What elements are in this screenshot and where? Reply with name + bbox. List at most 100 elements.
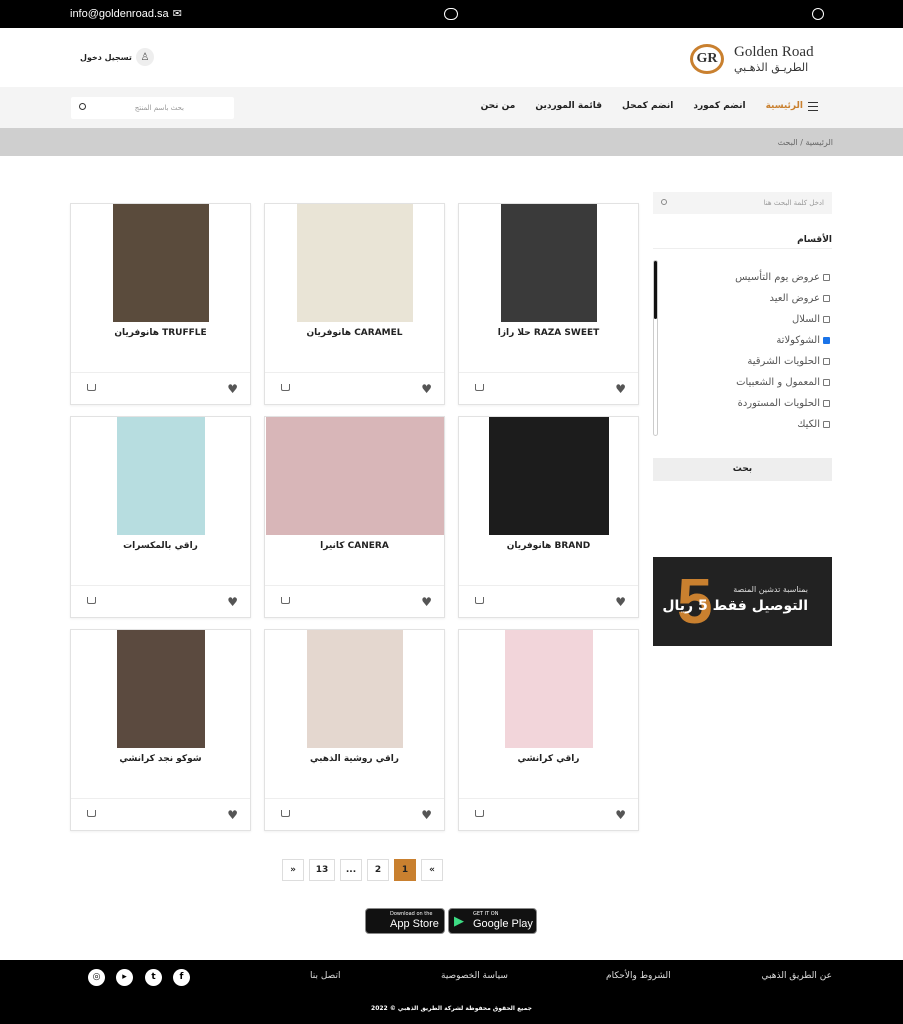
sidebar-search-input[interactable]: ادخل كلمة البحث هنا: [653, 192, 832, 214]
footer-link-privacy[interactable]: سياسة الخصوصية: [441, 971, 508, 981]
heart-icon[interactable]: ♥: [227, 595, 238, 609]
pagination-last[interactable]: »: [282, 859, 304, 881]
product-title[interactable]: كانيرا CANERA: [265, 541, 444, 551]
heart-icon[interactable]: ♥: [227, 382, 238, 396]
category-item[interactable]: الشوكولاتة: [735, 330, 830, 351]
product-card[interactable]: هانوفريان BRAND ♥: [458, 416, 639, 618]
product-title[interactable]: هانوفريان CARAMEL: [265, 328, 444, 338]
category-checkbox[interactable]: [823, 295, 830, 302]
product-card[interactable]: كانيرا CANERA ♥: [264, 416, 445, 618]
nav-item-join-store[interactable]: انضم كمحل: [622, 101, 673, 111]
breadcrumb: الرئيسية / البحث: [777, 138, 833, 147]
cart-icon[interactable]: [475, 597, 484, 604]
cart-icon[interactable]: [87, 384, 96, 391]
logo[interactable]: GR Golden Road الطريـق الذهـبي: [690, 42, 820, 76]
product-card[interactable]: هانوفريان TRUFFLE ♥: [70, 203, 251, 405]
promo-banner[interactable]: 5 بمناسبة تدشين المنصة التوصيل فقط 5 ريا…: [653, 557, 832, 646]
product-actions: ♥: [459, 585, 638, 617]
category-checkbox[interactable]: [823, 358, 830, 365]
login-button[interactable]: تسجيل دخول ♙: [80, 48, 154, 66]
product-image[interactable]: [117, 417, 205, 535]
divider: [653, 248, 832, 249]
product-card[interactable]: شوكو نجد كرانشي ♥: [70, 629, 251, 831]
badge-small-text: GET IT ON: [473, 911, 499, 917]
product-title[interactable]: هانوفريان TRUFFLE: [71, 328, 250, 338]
heart-icon[interactable]: ♥: [421, 595, 432, 609]
heart-icon[interactable]: ♥: [421, 808, 432, 822]
cart-icon[interactable]: [475, 810, 484, 817]
footer-link-terms[interactable]: الشروط والأحكام: [606, 971, 671, 981]
heart-icon[interactable]: ♥: [615, 595, 626, 609]
category-checkbox[interactable]: [823, 400, 830, 407]
product-title[interactable]: هانوفريان BRAND: [459, 541, 638, 551]
product-title[interactable]: راقي كرانشي: [459, 754, 638, 764]
heart-icon[interactable]: ♥: [615, 382, 626, 396]
cart-icon[interactable]: [475, 384, 484, 391]
category-item[interactable]: الحلويات الشرقية: [735, 351, 830, 372]
category-item[interactable]: المعمول و الشعبيات: [735, 372, 830, 393]
category-checkbox[interactable]: [823, 316, 830, 323]
product-card[interactable]: راقي بالمكسرات ♥: [70, 416, 251, 618]
product-title[interactable]: راقي بالمكسرات: [71, 541, 250, 551]
top-bar: info@goldenroad.sa ✉: [0, 0, 903, 28]
nav-item-home[interactable]: الرئيسية: [766, 101, 803, 111]
google-play-badge[interactable]: ▶ GET IT ON Google Play: [448, 908, 537, 934]
product-card[interactable]: راقي روشية الذهبي ♥: [264, 629, 445, 831]
pagination-page[interactable]: 13: [309, 859, 335, 881]
filter-search-button[interactable]: بحث: [653, 458, 832, 481]
youtube-icon[interactable]: ▸: [116, 969, 133, 986]
product-title[interactable]: حلا رازا RAZA SWEET: [459, 328, 638, 338]
app-store-badge[interactable]: Download on the App Store: [365, 908, 445, 934]
hamburger-menu-icon[interactable]: [808, 102, 818, 111]
category-item[interactable]: السلال: [735, 309, 830, 330]
category-item[interactable]: عروض العيد: [735, 288, 830, 309]
category-checkbox[interactable]: [823, 379, 830, 386]
product-image[interactable]: [505, 630, 593, 748]
badge-small-text: Download on the: [390, 911, 433, 917]
heart-icon[interactable]: ♥: [227, 808, 238, 822]
category-checkbox[interactable]: [823, 274, 830, 281]
product-image[interactable]: [117, 630, 205, 748]
pagination-page[interactable]: 2: [367, 859, 389, 881]
whatsapp-icon[interactable]: [812, 8, 824, 20]
category-item[interactable]: الحلويات المستوردة: [735, 393, 830, 414]
cart-icon[interactable]: [281, 597, 290, 604]
product-image[interactable]: [113, 204, 209, 322]
scrollbar-thumb[interactable]: [654, 261, 657, 319]
product-image[interactable]: [501, 204, 597, 322]
category-checkbox[interactable]: [823, 337, 830, 344]
product-title[interactable]: راقي روشية الذهبي: [265, 754, 444, 764]
nav-item-join-supplier[interactable]: انضم كمورد: [693, 101, 745, 111]
cart-icon[interactable]: [281, 810, 290, 817]
nav-item-about[interactable]: من نحن: [481, 101, 516, 111]
heart-icon[interactable]: ♥: [421, 382, 432, 396]
facebook-icon[interactable]: f: [173, 969, 190, 986]
product-card[interactable]: هانوفريان CARAMEL ♥: [264, 203, 445, 405]
category-checkbox[interactable]: [823, 421, 830, 428]
category-item[interactable]: عروض يوم التأسيس: [735, 267, 830, 288]
twitter-icon[interactable]: t: [145, 969, 162, 986]
product-title[interactable]: شوكو نجد كرانشي: [71, 754, 250, 764]
nav-item-suppliers[interactable]: قائمة الموردين: [535, 101, 602, 111]
heart-icon[interactable]: ♥: [615, 808, 626, 822]
pagination-first[interactable]: «: [421, 859, 443, 881]
category-item[interactable]: الكيك: [735, 414, 830, 435]
email-link[interactable]: info@goldenroad.sa ✉: [70, 7, 182, 21]
product-card[interactable]: راقي كرانشي ♥: [458, 629, 639, 831]
footer-link-about[interactable]: عن الطريق الذهبي: [762, 971, 832, 981]
footer-link-contact[interactable]: اتصل بنا: [310, 971, 340, 981]
product-image[interactable]: [297, 204, 413, 322]
product-image[interactable]: [266, 417, 444, 535]
product-image[interactable]: [307, 630, 403, 748]
email-text: info@goldenroad.sa: [70, 7, 169, 20]
product-card[interactable]: حلا رازا RAZA SWEET ♥: [458, 203, 639, 405]
instagram-icon[interactable]: ◎: [88, 969, 105, 986]
product-search-input[interactable]: بحث باسم المنتج: [71, 97, 234, 119]
categories-scrollbar[interactable]: [653, 260, 658, 436]
cart-icon[interactable]: [87, 810, 96, 817]
cart-icon[interactable]: [281, 384, 290, 391]
pagination-current[interactable]: 1: [394, 859, 416, 881]
cart-icon[interactable]: [87, 597, 96, 604]
product-image[interactable]: [489, 417, 609, 535]
copyright: جميع الحقوق محفوظة لشركة الطريق الذهبي ©…: [371, 1005, 532, 1012]
